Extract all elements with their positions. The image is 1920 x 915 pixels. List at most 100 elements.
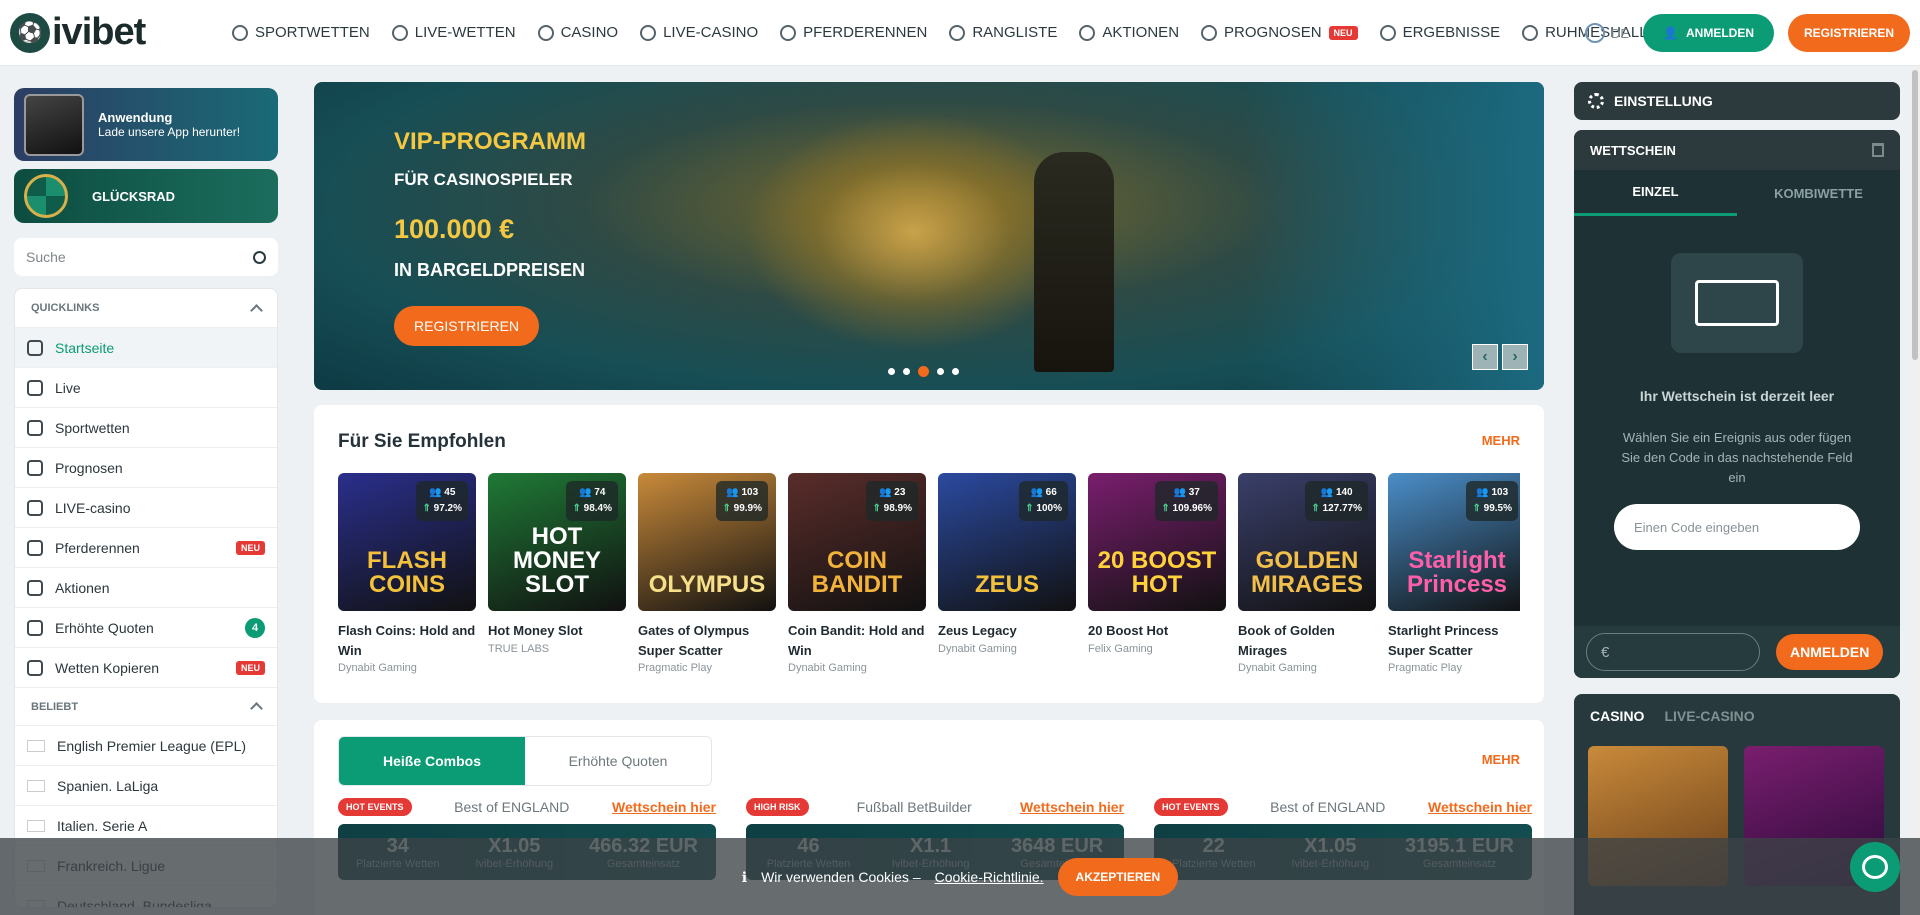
carousel-dot[interactable] <box>952 368 959 375</box>
sidebar-item-startseite[interactable]: Startseite <box>15 327 277 367</box>
game-card[interactable]: 20 BOOST HOT 👥 37 ⇑ 109.96% 20 Boost Hot Fel… <box>1088 473 1226 674</box>
carousel-dot-active[interactable] <box>918 366 929 377</box>
logo[interactable]: ⚽ ivibet <box>10 11 220 54</box>
globe-icon <box>1584 23 1605 43</box>
game-provider: Pragmatic Play <box>1388 662 1462 674</box>
nav-item-sportwetten[interactable]: SPORTWETTEN <box>232 24 370 41</box>
app-download-card[interactable]: Anwendung Lade unsere App herunter! <box>14 88 278 161</box>
sidebar-item-label: Erhöhte Quoten <box>55 619 154 636</box>
nav-item-live-wetten[interactable]: LIVE-WETTEN <box>391 24 516 41</box>
nav-item-prognosen[interactable]: PROGNOSEN NEU <box>1201 24 1358 41</box>
combo-title: Fußball BetBuilder <box>856 799 972 815</box>
search-icon[interactable] <box>253 250 266 264</box>
game-thumbnail[interactable]: HOT MONEY SLOT 👥 74 ⇑ 98.4% <box>488 473 626 611</box>
nav-item-aktionen[interactable]: AKTIONEN <box>1079 24 1179 41</box>
nav-item-ergebnisse[interactable]: ERGEBNISSE <box>1379 24 1500 41</box>
scrollbar[interactable] <box>1910 66 1920 915</box>
more-link[interactable]: MEHR <box>1482 752 1520 767</box>
accept-cookies-button[interactable]: AKZEPTIEREN <box>1057 858 1179 896</box>
league-item[interactable]: English Premier League (EPL) <box>15 725 277 765</box>
more-link[interactable]: MEHR <box>1482 433 1520 448</box>
game-thumbnail[interactable]: FLASH COINS 👥 45 ⇑ 97.2% <box>338 473 476 611</box>
nav-icon <box>780 24 797 41</box>
sidebar-item-live-casino[interactable]: LIVE-casino <box>15 487 277 527</box>
tab-single[interactable]: EINZEL <box>1574 170 1737 216</box>
main-nav: SPORTWETTEN LIVE-WETTEN CASINO LIVE-CASINO P… <box>232 24 1658 41</box>
tab-casino[interactable]: CASINO <box>1590 708 1644 724</box>
players-count: 👥 23 <box>879 487 906 498</box>
register-button[interactable]: REGISTRIEREN <box>1787 14 1910 52</box>
game-title: Book of Golden Mirages <box>1238 623 1335 658</box>
nav-item-live-casino[interactable]: LIVE-CASINO <box>640 24 758 41</box>
nav-icon <box>537 24 554 41</box>
game-card[interactable]: OLYMPUS 👥 103 ⇑ 99.9% Gates of Olympus Supe… <box>638 473 776 674</box>
wheel-label: GLÜCKSRAD <box>92 188 176 204</box>
game-card[interactable]: GOLDEN MIRAGES 👥 140 ⇑ 127.77% Book of Gold… <box>1238 473 1376 674</box>
sidebar-item-prognosen[interactable]: Prognosen <box>15 447 277 487</box>
league-item[interactable]: Spanien. LaLiga <box>15 765 277 805</box>
banner-prize-text: IN BARGELDPREISEN <box>394 260 586 280</box>
sidebar-item-wetten-kopieren[interactable]: Wetten Kopieren NEU <box>15 647 277 687</box>
code-input[interactable]: Einen Code eingeben <box>1614 504 1860 550</box>
game-provider: Dynabit Gaming <box>338 662 417 674</box>
tab-hot-combos[interactable]: Heiße Combos <box>339 737 525 785</box>
nav-icon <box>949 24 966 41</box>
explorer-figure <box>1034 152 1114 372</box>
tab-combo[interactable]: KOMBIWETTE <box>1737 170 1900 216</box>
game-thumbnail[interactable]: Starlight Princess 👥 103 ⇑ 99.5% <box>1388 473 1520 611</box>
betslip-login-button[interactable]: ANMELDEN <box>1776 634 1884 670</box>
betslip-link[interactable]: Wettschein hier <box>1428 799 1532 815</box>
game-card[interactable]: COIN BANDIT 👥 23 ⇑ 98.9% Coin Bandit: Hold … <box>788 473 926 674</box>
trash-icon[interactable] <box>1872 143 1884 157</box>
carousel-dot[interactable] <box>888 368 895 375</box>
sidebar-item-aktionen[interactable]: Aktionen <box>15 567 277 607</box>
prev-arrow-icon[interactable]: ‹ <box>1472 344 1498 370</box>
tab-boosted-odds[interactable]: Erhöhte Quoten <box>525 737 711 785</box>
game-thumbnail[interactable]: 20 BOOST HOT 👥 37 ⇑ 109.96% <box>1088 473 1226 611</box>
cookie-policy-link[interactable]: Cookie-Richtlinie. <box>935 869 1044 885</box>
nav-item-casino[interactable]: CASINO <box>537 24 618 41</box>
nav-item-pferderennen[interactable]: PFERDERENNEN <box>780 24 927 41</box>
game-thumbnail[interactable]: ZEUS 👥 66 ⇑ 100% <box>938 473 1076 611</box>
login-button[interactable]: 👤 ANMELDEN <box>1643 14 1774 52</box>
sidebar-item-icon <box>27 619 43 636</box>
sidebar-item-live[interactable]: Live <box>15 367 277 407</box>
chat-button[interactable] <box>1850 842 1900 892</box>
settings-bar[interactable]: EINSTELLUNG <box>1574 82 1900 120</box>
betslip-link[interactable]: Wettschein hier <box>1020 799 1124 815</box>
banner-heading: VIP-PROGRAMM <box>394 128 586 155</box>
sidebar-item-sportwetten[interactable]: Sportwetten <box>15 407 277 447</box>
game-card[interactable]: Starlight Princess 👥 103 ⇑ 99.5% Starlight … <box>1388 473 1520 674</box>
players-count: 👥 103 <box>1476 487 1509 498</box>
sidebar-item-label: Wetten Kopieren <box>55 659 160 676</box>
game-thumbnail[interactable]: GOLDEN MIRAGES 👥 140 ⇑ 127.77% <box>1238 473 1376 611</box>
banner-register-button[interactable]: REGISTRIEREN <box>394 306 540 346</box>
game-stats: 👥 103 ⇑ 99.5% <box>1466 481 1518 521</box>
game-thumbnail[interactable]: COIN BANDIT 👥 23 ⇑ 98.9% <box>788 473 926 611</box>
popular-header[interactable]: BELIEBT <box>15 687 277 725</box>
next-arrow-icon[interactable]: › <box>1502 344 1528 370</box>
nav-icon <box>232 24 248 41</box>
nav-item-rangliste[interactable]: RANGLISTE <box>949 24 1057 41</box>
sidebar-item-pferderennen[interactable]: Pferderennen NEU <box>15 527 277 567</box>
wheel-of-fortune-card[interactable]: GLÜCKSRAD <box>14 169 278 223</box>
nav-label: PFERDERENNEN <box>803 24 928 41</box>
game-card[interactable]: HOT MONEY SLOT 👥 74 ⇑ 98.4% Hot Money Slot T… <box>488 473 626 674</box>
game-card[interactable]: FLASH COINS 👥 45 ⇑ 97.2% Flash Coins: Hold … <box>338 473 476 674</box>
tab-live-casino[interactable]: LIVE-CASINO <box>1664 708 1754 724</box>
combo-card-header: HOT EVENTS Best of ENGLAND Wettschein hier <box>338 798 716 816</box>
language-selector[interactable]: DE <box>1584 23 1629 43</box>
game-card[interactable]: ZEUS 👥 66 ⇑ 100% Zeus Legacy Dynabit Gaming <box>938 473 1076 674</box>
game-provider: TRUE LABS <box>488 642 550 655</box>
game-title: Zeus Legacy <box>938 623 1017 638</box>
carousel-dot[interactable] <box>937 368 944 375</box>
stake-input[interactable]: € <box>1586 633 1760 671</box>
promo-banner[interactable]: VIP-PROGRAMM FÜR CASINOSPIELER 100.000 €… <box>314 82 1544 390</box>
betslip-link[interactable]: Wettschein hier <box>612 799 716 815</box>
game-thumbnail[interactable]: OLYMPUS 👥 103 ⇑ 99.9% <box>638 473 776 611</box>
carousel-dot[interactable] <box>903 368 910 375</box>
sidebar-search-input[interactable]: Suche <box>14 238 278 276</box>
quicklinks-header[interactable]: QUICKLINKS <box>15 289 277 327</box>
sidebar-item-erhöhte-quoten[interactable]: Erhöhte Quoten 4 <box>15 607 277 647</box>
game-provider: Felix Gaming <box>1088 642 1153 655</box>
